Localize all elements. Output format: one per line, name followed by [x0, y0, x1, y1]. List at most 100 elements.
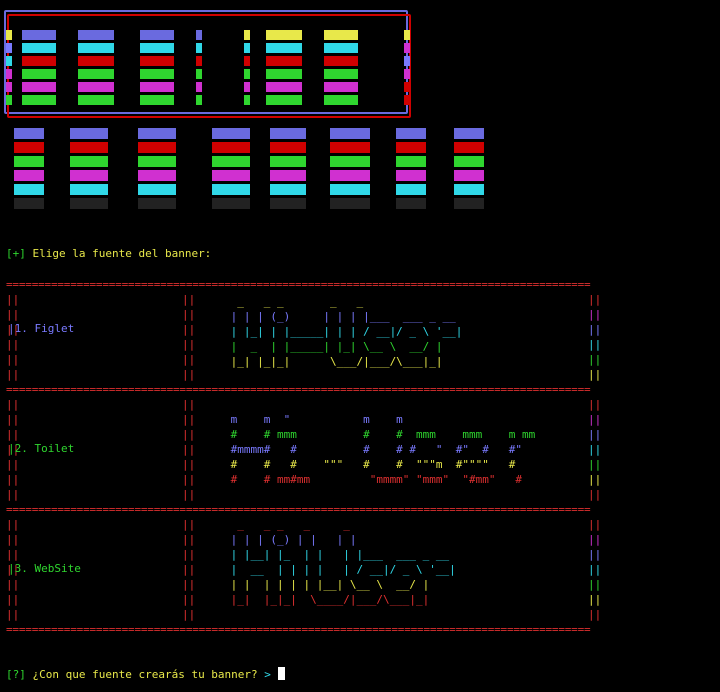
art-line: |_| |_|_| \____/|___/\___|_| [224, 593, 430, 606]
banner-block [252, 95, 256, 105]
banner-block [454, 128, 484, 139]
banner-block [70, 198, 108, 209]
art-line: _ _ _ _ _ [224, 518, 350, 531]
banner-block [330, 142, 370, 153]
banner-block [204, 82, 208, 92]
banner-block [330, 184, 370, 195]
banner-block [176, 69, 180, 79]
banner-block [454, 184, 484, 195]
ask-font-prompt: [?] ¿Con que fuente crearás tu banner? > [6, 667, 285, 681]
banner-block [22, 69, 56, 79]
banner-block [22, 82, 56, 92]
banner-block [252, 43, 256, 53]
banner-block [266, 82, 302, 92]
banner-block [360, 30, 364, 40]
banner-block [22, 56, 56, 66]
art-line: | | | | | | |__| \__ \ __/ | [224, 578, 430, 591]
banner-block [360, 69, 364, 79]
banner-block [176, 43, 180, 53]
banner-block [304, 56, 308, 66]
banner-block [270, 142, 306, 153]
banner-block [58, 95, 62, 105]
option-right-border: || || || || || || [588, 292, 601, 382]
banner-block [204, 30, 208, 40]
banner-block [454, 170, 484, 181]
banner-block [270, 128, 306, 139]
banner-block [396, 198, 426, 209]
banner-block [454, 156, 484, 167]
terminal-cursor[interactable] [277, 667, 285, 680]
banner-block [266, 95, 302, 105]
banner-block [116, 56, 120, 66]
border-segment: || [588, 593, 602, 606]
border-segment: || [588, 308, 602, 321]
banner-block [404, 30, 410, 40]
banner-block [176, 56, 180, 66]
banner-block [270, 170, 306, 181]
banner-block [304, 43, 308, 53]
art-line: | _ | |_____| |_| \__ \ __/ | [224, 340, 443, 353]
banner-block [244, 82, 250, 92]
banner-block [324, 82, 358, 92]
banner-block [140, 30, 174, 40]
border-segment: || [588, 548, 602, 561]
option-label: |3. WebSite [8, 562, 81, 575]
banner-block [304, 82, 308, 92]
border-segment: || [588, 533, 602, 546]
banner-block [58, 30, 62, 40]
banner-block [244, 56, 250, 66]
banner-block [6, 95, 12, 105]
banner-block [14, 184, 44, 195]
banner-block [14, 198, 44, 209]
banner-block [138, 184, 176, 195]
banner-block [404, 95, 410, 105]
banner-block [324, 56, 358, 66]
banner-block [196, 56, 202, 66]
art-line: _ _ _ _ _ [224, 295, 364, 308]
banner-block [360, 82, 364, 92]
banner-block [404, 43, 410, 53]
banner-block [14, 128, 44, 139]
art-line: |_| |_|_| \___/|___/\___|_| [224, 355, 443, 368]
banner-block [116, 95, 120, 105]
banner-block [204, 43, 208, 53]
banner-block [324, 95, 358, 105]
prompt-marker: [+] [6, 247, 26, 260]
banner-block [212, 156, 250, 167]
option-mid-border: || || || || || || [182, 293, 196, 381]
separator-2: ========================================… [6, 503, 591, 516]
banner-block [212, 198, 250, 209]
banner-block [212, 184, 250, 195]
banner-block [6, 69, 12, 79]
art-line: | | | (_) | | | |___ ___ _ __ [224, 310, 456, 323]
banner-block [304, 30, 308, 40]
banner-block [176, 82, 180, 92]
ask-text: ¿Con que fuente crearás tu banner? [32, 668, 258, 681]
art-line: | | | (_) | | | | [224, 533, 357, 546]
banner-block [204, 69, 208, 79]
banner-block [58, 43, 62, 53]
option-website[interactable]: || || || || || || || || || || || || || |… [6, 517, 602, 622]
banner-block [140, 95, 174, 105]
banner-block [78, 56, 114, 66]
banner-blocks-bottom [14, 128, 484, 209]
banner-block [70, 128, 108, 139]
border-segment: || [588, 338, 602, 351]
option-right-border: || || || || || || || [588, 517, 601, 622]
option-figlet[interactable]: || || || || || || || || || || || || || |… [6, 292, 602, 382]
banner-block [270, 198, 306, 209]
border-segment: || [588, 488, 602, 501]
border-segment: || [588, 428, 602, 441]
banner-block [360, 43, 364, 53]
art-line: | |_| | |_____| | | / __|/ _ \ '__| [224, 325, 463, 338]
banner-block [360, 95, 364, 105]
banner-block [22, 95, 56, 105]
banner-block [204, 95, 208, 105]
banner-block [330, 128, 370, 139]
banner-block [58, 56, 62, 66]
banner-block [78, 82, 114, 92]
border-segment: || [588, 353, 602, 366]
option-left-border: || || || || || || [6, 293, 20, 381]
option-toilet[interactable]: || || || || || || || || || || || || || |… [6, 397, 602, 502]
banner-block [270, 184, 306, 195]
